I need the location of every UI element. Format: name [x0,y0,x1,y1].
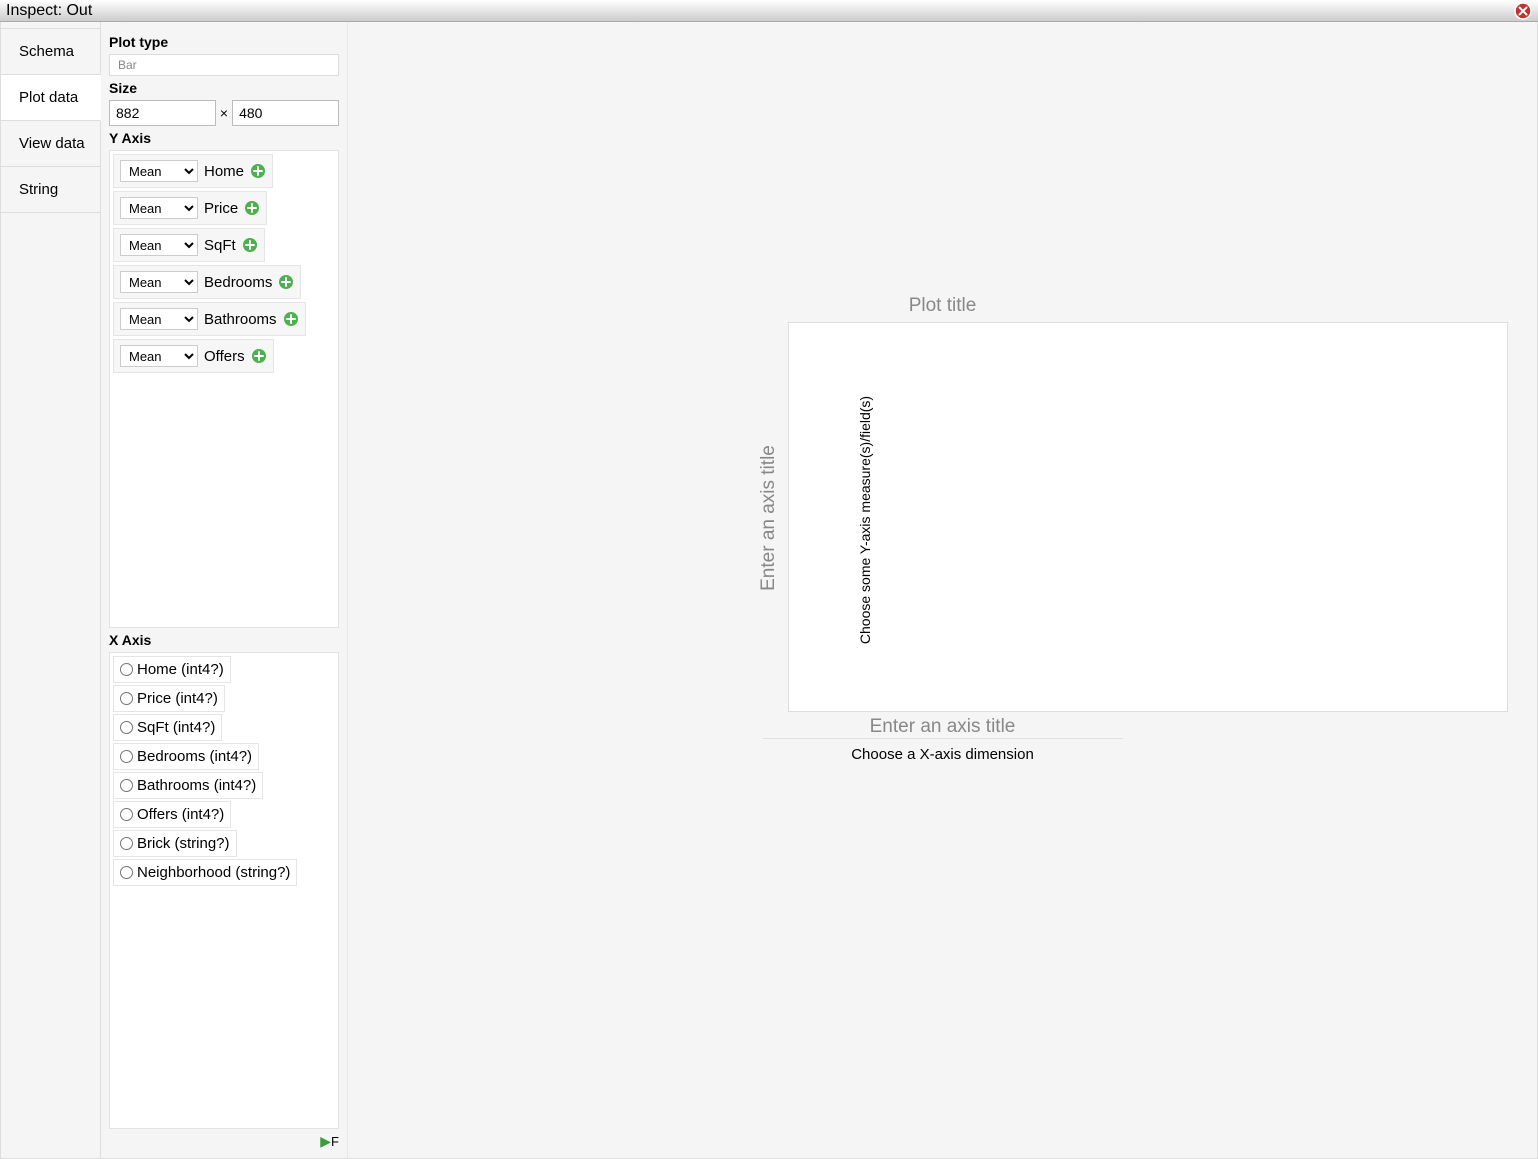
tab-string[interactable]: String [1,167,100,213]
yaxis-box: Mean Home Mean Price Mean SqFt Mean Bedr… [109,150,339,628]
window-title: Inspect: Out [6,2,92,20]
x-item-home[interactable]: Home (int4?) [113,656,231,683]
y-axis-hint: Choose some Y-axis measure(s)/field(s) [857,396,873,644]
y-field-label: SqFt [204,237,236,254]
xaxis-box: Home (int4?) Price (int4?) SqFt (int4?) … [109,652,339,1130]
plus-icon[interactable] [278,274,294,290]
y-field-label: Price [204,200,238,217]
x-item-price[interactable]: Price (int4?) [113,685,225,712]
y-agg-select[interactable]: Mean [120,271,198,293]
x-radio[interactable] [120,721,133,734]
size-label: Size [109,80,339,96]
plot-area: Choose some Y-axis measure(s)/field(s) C… [348,22,1537,1158]
y-field-label: Home [204,163,244,180]
main-container: Schema Plot data View data String Plot t… [0,22,1538,1159]
config-footer: ▶F [109,1129,339,1150]
y-agg-select[interactable]: Mean [120,234,198,256]
size-row: × [109,100,339,126]
x-radio[interactable] [120,779,133,792]
y-item-bedrooms[interactable]: Mean Bedrooms [113,265,301,299]
sidebar: Schema Plot data View data String [1,22,101,1158]
y-field-label: Offers [204,348,245,365]
play-icon[interactable]: ▶ [320,1133,331,1149]
yaxis-label: Y Axis [109,130,339,146]
plot-canvas [788,322,1508,712]
size-width-input[interactable] [109,100,216,126]
x-item-sqft[interactable]: SqFt (int4?) [113,714,222,741]
x-radio[interactable] [120,692,133,705]
x-axis-hint: Choose a X-axis dimension [851,746,1034,763]
xaxis-label: X Axis [109,632,339,648]
plus-icon[interactable] [251,348,267,364]
x-item-brick[interactable]: Brick (string?) [113,830,237,857]
y-field-label: Bathrooms [204,311,277,328]
plot-type-label: Plot type [109,34,339,50]
x-item-offers[interactable]: Offers (int4?) [113,801,231,828]
y-agg-select[interactable]: Mean [120,197,198,219]
x-radio[interactable] [120,866,133,879]
y-agg-select[interactable]: Mean [120,345,198,367]
y-axis-title-input[interactable] [758,433,780,603]
y-field-label: Bedrooms [204,274,272,291]
x-radio[interactable] [120,663,133,676]
plus-icon[interactable] [283,311,299,327]
y-agg-select[interactable]: Mean [120,160,198,182]
y-item-price[interactable]: Mean Price [113,191,267,225]
x-item-bathrooms[interactable]: Bathrooms (int4?) [113,772,263,799]
plus-icon[interactable] [250,163,266,179]
x-radio[interactable] [120,808,133,821]
footer-f-label: F [331,1134,339,1149]
plus-icon[interactable] [244,200,260,216]
plot-type-input[interactable] [109,54,339,76]
plot-title-input[interactable] [793,295,1093,317]
tab-view-data[interactable]: View data [1,121,100,167]
x-axis-title-input[interactable] [763,716,1123,739]
size-height-input[interactable] [232,100,339,126]
x-radio[interactable] [120,750,133,763]
tab-plot-data[interactable]: Plot data [1,75,101,121]
titlebar: Inspect: Out [0,0,1538,22]
y-item-home[interactable]: Mean Home [113,154,273,188]
y-agg-select[interactable]: Mean [120,308,198,330]
y-item-offers[interactable]: Mean Offers [113,339,274,373]
x-radio[interactable] [120,837,133,850]
x-item-neighborhood[interactable]: Neighborhood (string?) [113,859,297,886]
y-item-bathrooms[interactable]: Mean Bathrooms [113,302,306,336]
y-item-sqft[interactable]: Mean SqFt [113,228,265,262]
size-times: × [220,105,228,121]
close-icon[interactable] [1514,2,1532,20]
tab-schema[interactable]: Schema [1,28,100,75]
config-panel: Plot type Size × Y Axis Mean Home Mean P… [101,22,348,1158]
x-item-bedrooms[interactable]: Bedrooms (int4?) [113,743,259,770]
plus-icon[interactable] [242,237,258,253]
